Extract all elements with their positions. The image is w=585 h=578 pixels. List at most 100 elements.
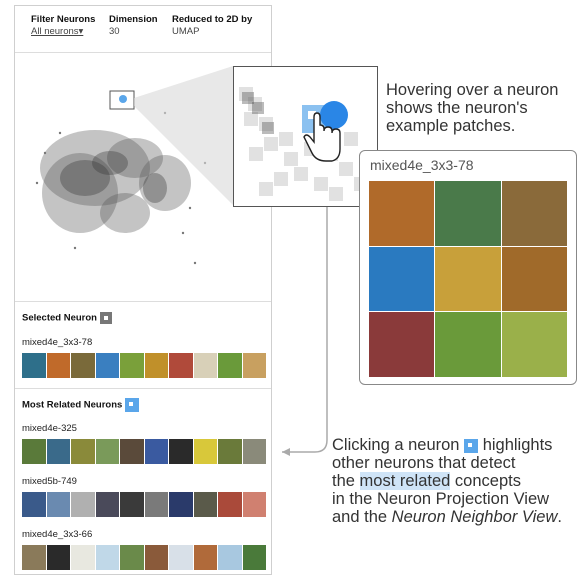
callout-text: Clicking a neuron (332, 436, 460, 454)
reduction-title: Reduced to 2D by (172, 14, 253, 25)
patch-image (435, 181, 501, 246)
callout-text: the (332, 472, 355, 490)
related-neurons-title-text: Most Related Neurons (22, 399, 123, 411)
patch-image (71, 353, 95, 378)
highlighted-phrase: most related (359, 472, 451, 490)
reduction-value: UMAP (172, 26, 200, 37)
patch-image (169, 492, 193, 517)
patch-image (242, 439, 266, 464)
italic-phrase: Neuron Neighbor View (391, 508, 558, 526)
patch-image (369, 181, 435, 246)
patch-image (46, 353, 70, 378)
patch-image (501, 246, 567, 312)
patch-image (95, 439, 119, 464)
patch-image (193, 353, 217, 378)
reduction-control[interactable]: Reduced to 2D by UMAP (172, 14, 252, 38)
patch-image (71, 492, 95, 517)
patch-image (242, 353, 266, 378)
dimension-value: 30 (109, 26, 120, 37)
patch-image (120, 353, 144, 378)
patch-image (218, 492, 242, 517)
neuron-tooltip-card: mixed4e_3x3-78 (359, 150, 577, 385)
filter-dropdown[interactable]: All neurons▾ (31, 26, 95, 38)
zoom-scatter (239, 87, 368, 201)
selected-neuron-patches[interactable] (22, 353, 266, 378)
filter-neurons-control[interactable]: Filter Neurons All neurons▾ (31, 14, 95, 38)
selected-neuron-dot (119, 95, 127, 103)
section-divider (15, 388, 271, 389)
selected-neuron-name[interactable]: mixed4e_3x3-78 (22, 337, 92, 348)
patch-image (501, 181, 567, 246)
patch-image (369, 246, 435, 312)
patch-image (218, 353, 242, 378)
patch-image (144, 353, 168, 378)
patch-image (22, 353, 46, 378)
patch-image (218, 439, 242, 464)
neuron-square-icon (464, 438, 479, 453)
filter-title: Filter Neurons (31, 14, 96, 25)
filter-value: All neurons (31, 26, 79, 37)
tooltip-neuron-name: mixed4e_3x3-78 (370, 157, 474, 173)
related-neuron-name[interactable]: mixed4e_3x3-66 (22, 529, 92, 540)
related-neuron-name[interactable]: mixed4e-325 (22, 423, 77, 434)
related-neuron-patches[interactable] (22, 545, 266, 570)
patch-image (120, 492, 144, 517)
patch-image (169, 353, 193, 378)
related-marker-icon (124, 398, 139, 412)
chevron-down-icon: ▾ (78, 26, 84, 37)
hover-callout: Hovering over a neuron shows the neuron'… (386, 81, 559, 135)
click-callout: Clicking a neuron highlights other neuro… (332, 436, 582, 526)
patch-image (169, 545, 193, 570)
related-neuron-patches[interactable] (22, 492, 266, 517)
patch-image (71, 439, 95, 464)
dimension-title: Dimension (109, 14, 158, 25)
patch-image (46, 439, 70, 464)
patch-image (120, 545, 144, 570)
patch-image (435, 246, 501, 312)
patch-image (22, 545, 46, 570)
callout-line-1: Clicking a neuron highlights (332, 436, 582, 454)
patch-image (120, 439, 144, 464)
patch-image (71, 545, 95, 570)
related-neurons-title: Most Related Neurons (22, 398, 139, 412)
patch-image (46, 492, 70, 517)
related-neuron-patches[interactable] (22, 439, 266, 464)
callout-text: highlights (482, 436, 553, 454)
patch-image (95, 353, 119, 378)
selected-neuron-title: Selected Neuron (22, 312, 112, 324)
patch-image (242, 545, 266, 570)
patch-image (242, 492, 266, 517)
patch-image (193, 492, 217, 517)
selected-neuron-title-text: Selected Neuron (22, 312, 97, 324)
patch-image (144, 439, 168, 464)
patch-image (501, 312, 567, 377)
patch-image (369, 312, 435, 377)
callout-line-5: and the Neuron Neighbor View. (332, 508, 582, 526)
arrow-connector (282, 205, 328, 453)
patch-image (95, 492, 119, 517)
patch-image (95, 545, 119, 570)
callout-text: and the (332, 508, 388, 526)
zoomed-projection-inset (233, 66, 378, 207)
patch-image (193, 545, 217, 570)
patch-image (144, 545, 168, 570)
patch-image (193, 439, 217, 464)
example-patch-grid (369, 181, 567, 377)
related-neuron-name[interactable]: mixed5b-749 (22, 476, 77, 487)
patch-image (22, 439, 46, 464)
callout-line-3: the most related concepts (332, 472, 582, 490)
control-header: Filter Neurons All neurons▾ Dimension 30… (15, 6, 271, 53)
patch-image (144, 492, 168, 517)
patch-image (169, 439, 193, 464)
patch-image (435, 312, 501, 377)
callout-text: concepts (454, 472, 521, 490)
patch-image (22, 492, 46, 517)
patch-image (46, 545, 70, 570)
dimension-control[interactable]: Dimension 30 (109, 14, 158, 38)
callout-line-2: other neurons that detect (332, 454, 516, 472)
callout-text: . (557, 508, 562, 526)
arrowhead-icon (282, 448, 290, 456)
neuron-marker-icon (99, 312, 112, 324)
patch-image (218, 545, 242, 570)
callout-line-4: in the Neuron Projection View (332, 490, 550, 508)
